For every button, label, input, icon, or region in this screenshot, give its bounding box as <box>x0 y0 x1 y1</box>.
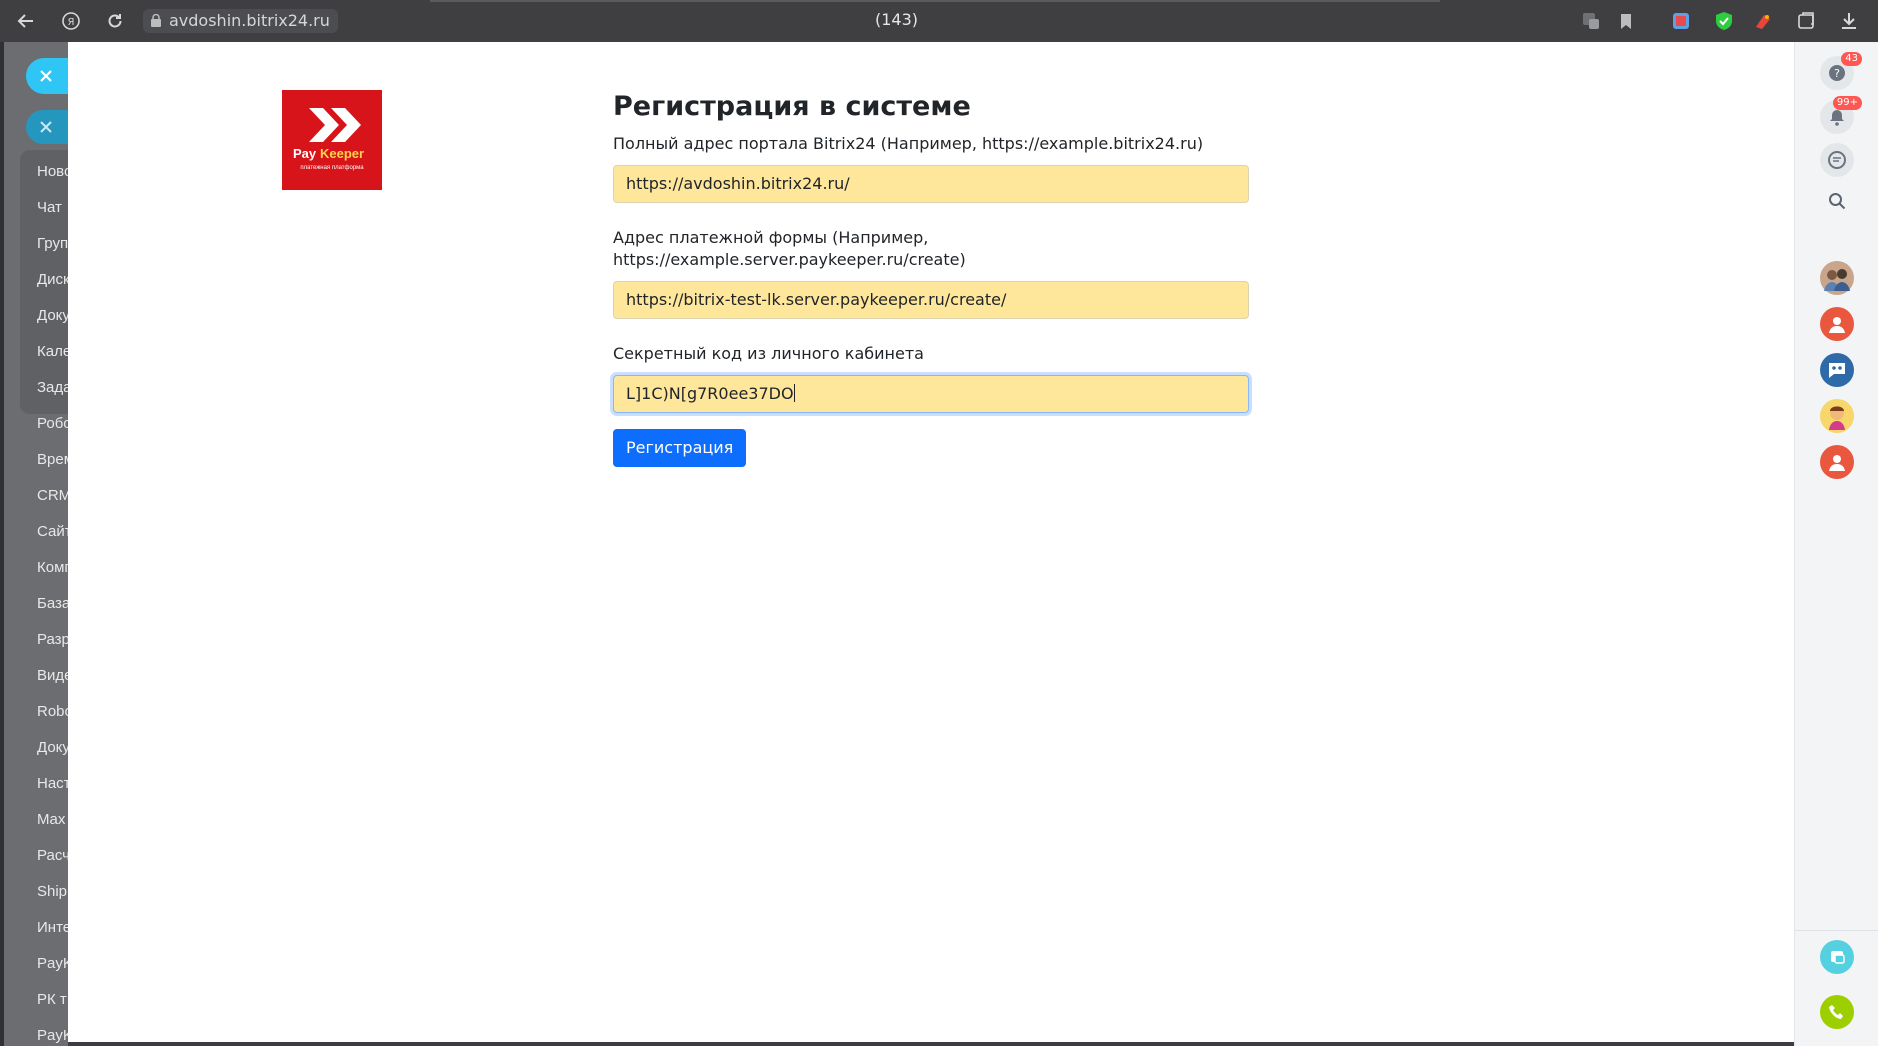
secret-code-label: Секретный код из личного кабинета <box>613 344 924 363</box>
lock-icon <box>151 14 161 27</box>
sidebar-menu-item[interactable]: Виде <box>37 667 68 684</box>
search-button[interactable] <box>1820 184 1854 218</box>
secret-code-value: L]1C)N[g7R0ee37DO <box>626 384 794 403</box>
bookmark-icon[interactable] <box>1615 10 1637 32</box>
group-chat-icon <box>1829 363 1845 378</box>
extension-icon[interactable] <box>1670 10 1692 32</box>
search-icon <box>1829 193 1846 210</box>
sidebar-menu-item[interactable]: Доку <box>37 307 68 324</box>
logo-pay-text: Pay <box>293 146 317 161</box>
tab-strip <box>430 0 1440 2</box>
sidebar-menu-item[interactable]: Кале <box>37 343 68 360</box>
notifications-badge: 99+ <box>1832 96 1862 110</box>
help-button[interactable]: ? 43 <box>1820 52 1862 90</box>
sidebar-menu-item[interactable]: Max <box>37 811 65 828</box>
sidebar-menu-item[interactable]: Сайт <box>37 523 68 540</box>
sidebar-menu-item[interactable]: PayK <box>37 955 68 972</box>
sidebar-menu-item[interactable]: Доку <box>37 739 68 756</box>
call-button[interactable] <box>1820 995 1854 1029</box>
url-text: avdoshin.bitrix24.ru <box>169 11 330 30</box>
user-avatar[interactable] <box>1820 307 1854 341</box>
paykeeper-logo: Pay Keeper платежная платформа <box>282 90 382 190</box>
back-icon[interactable] <box>14 9 38 33</box>
svg-text:?: ? <box>1834 67 1840 80</box>
sidebar-menu-item[interactable]: Груп <box>37 235 68 252</box>
tab-title: (143) <box>875 10 919 29</box>
screen-share-button[interactable] <box>1820 940 1854 974</box>
portal-url-label: Полный адрес портала Bitrix24 (Например,… <box>613 134 1204 153</box>
bot-avatar[interactable] <box>1820 399 1854 433</box>
bot-avatar-icon <box>1829 406 1845 430</box>
help-icon: ? <box>1829 65 1845 81</box>
extension-icon[interactable] <box>1752 10 1774 32</box>
logo-tagline: платежная платформа <box>300 165 364 171</box>
payform-url-value: https://bitrix-test-lk.server.paykeeper.… <box>626 290 1007 309</box>
right-toolbar: ? 43 99+ <box>1794 42 1878 1046</box>
address-bar[interactable]: avdoshin.bitrix24.ru <box>143 9 338 33</box>
group-avatar-icon <box>1824 269 1850 291</box>
user-avatar[interactable] <box>1820 445 1854 479</box>
chat-icon <box>1828 151 1846 169</box>
sidebar-menu-item[interactable]: Инте <box>37 919 68 936</box>
close-slider-button-secondary[interactable] <box>26 110 68 144</box>
reload-icon[interactable] <box>103 9 127 33</box>
help-badge: 43 <box>1841 52 1862 66</box>
yandex-icon[interactable]: Я <box>59 9 83 33</box>
right-panel-divider <box>1795 930 1878 931</box>
screen-share-icon <box>1831 951 1845 964</box>
sidebar-menu-item[interactable]: Диск <box>37 271 68 288</box>
sidebar-menu-item[interactable]: Ship <box>37 883 67 900</box>
group-avatar[interactable] <box>1820 353 1854 387</box>
phone-icon <box>1829 1005 1843 1019</box>
close-slider-button[interactable] <box>26 58 68 94</box>
sidebar-strip <box>0 42 4 1046</box>
portal-url-input[interactable]: https://avdoshin.bitrix24.ru/ <box>613 165 1249 203</box>
sidebar-menu-item[interactable]: Робо <box>37 415 68 432</box>
sidebar-menu-item[interactable]: Наст <box>37 775 68 792</box>
main-content: Pay Keeper платежная платформа Регистрац… <box>68 42 1794 1042</box>
logo-keeper-text: Keeper <box>320 146 364 161</box>
user-icon <box>1829 455 1845 471</box>
text-caret <box>793 384 795 402</box>
page-title: Регистрация в системе <box>613 91 971 122</box>
group-chat-avatar[interactable] <box>1820 261 1854 295</box>
translate-icon[interactable] <box>1580 10 1602 32</box>
protect-icon[interactable] <box>1713 10 1735 32</box>
collections-icon[interactable] <box>1795 10 1817 32</box>
sidebar-menu-item[interactable]: Ново <box>37 163 68 180</box>
sidebar-menu-item[interactable]: CRM <box>37 487 68 504</box>
secret-code-input[interactable]: L]1C)N[g7R0ee37DO <box>613 375 1249 413</box>
sidebar-menu-item[interactable]: Зада <box>37 379 68 396</box>
registration-form: Регистрация в системе Полный адрес порта… <box>613 89 1249 467</box>
portal-url-value: https://avdoshin.bitrix24.ru/ <box>626 174 850 193</box>
sidebar-menu-item[interactable]: Врем <box>37 451 68 468</box>
sidebar-menu-item[interactable]: Robo <box>37 703 68 720</box>
browser-toolbar: Я avdoshin.bitrix24.ru (143) <box>0 0 1878 42</box>
bell-icon <box>1830 110 1844 126</box>
payform-url-input[interactable]: https://bitrix-test-lk.server.paykeeper.… <box>613 281 1249 319</box>
sidebar-menu-item[interactable]: PayK <box>37 1027 68 1044</box>
svg-text:Я: Я <box>68 17 75 28</box>
sidebar-menu-item[interactable]: Разр <box>37 631 68 648</box>
payform-url-label: Адрес платежной формы (Например, https:/… <box>613 228 966 269</box>
user-icon <box>1829 317 1845 333</box>
sidebar-menu-item[interactable]: Расч <box>37 847 68 864</box>
sidebar-menu-item[interactable]: Чат <box>37 199 62 216</box>
register-button[interactable]: Регистрация <box>613 429 747 467</box>
left-sidebar: Ново Чат Груп Диск Доку Кале Зада Робо Врем CRM Са… <box>0 42 68 1046</box>
sidebar-menu-item[interactable]: РК т <box>37 991 67 1008</box>
download-icon[interactable] <box>1838 10 1860 32</box>
messages-button[interactable] <box>1820 143 1854 177</box>
sidebar-menu-item[interactable]: Комп <box>37 559 68 576</box>
notifications-button[interactable]: 99+ <box>1820 96 1862 134</box>
sidebar-menu-item[interactable]: База <box>37 595 68 612</box>
